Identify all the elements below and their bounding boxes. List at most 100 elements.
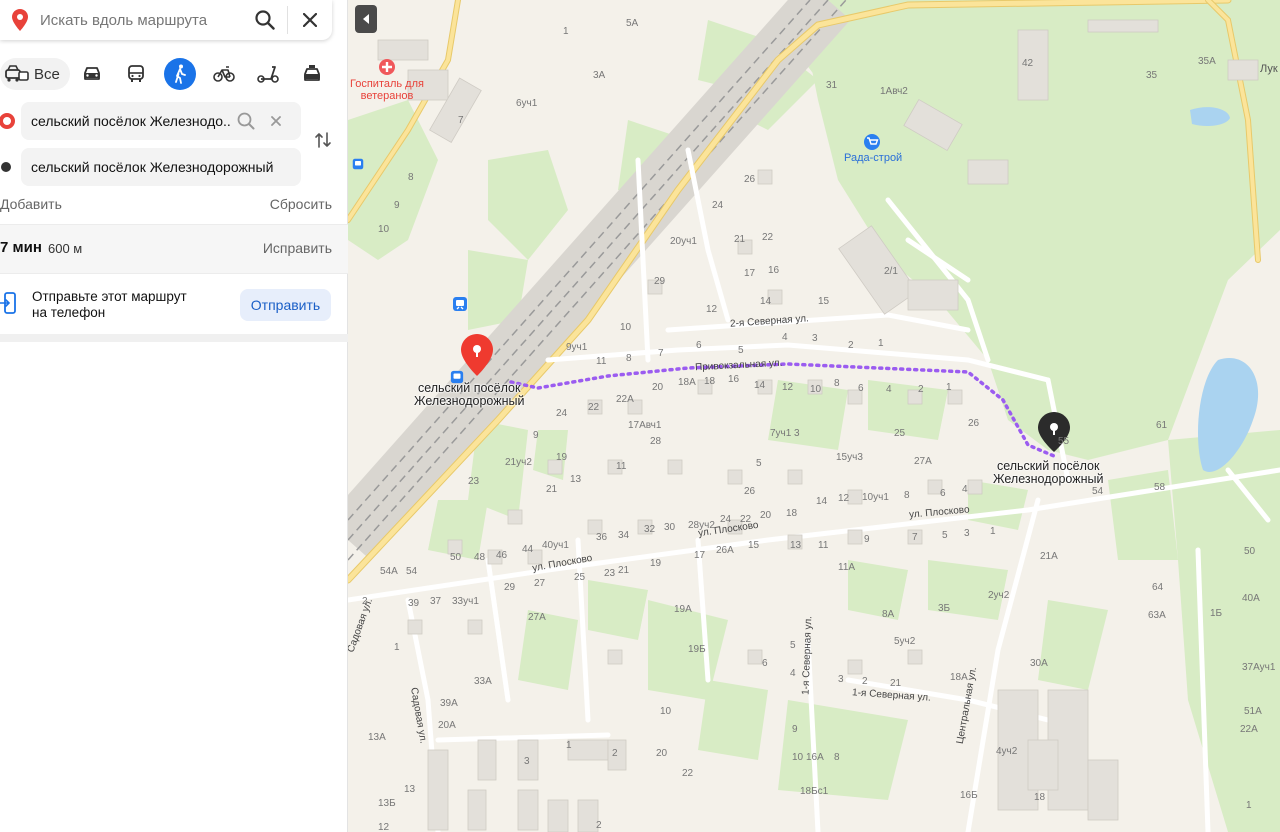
house-number: 21 (890, 678, 902, 689)
house-number: 18Бс1 (800, 786, 829, 797)
house-number: 12 (782, 382, 794, 393)
end-pin-label: сельский посёлок Железнодорожный (993, 460, 1103, 486)
house-number: 20А (438, 720, 456, 731)
start-label-line2: Железнодорожный (414, 394, 525, 408)
house-number: 44 (522, 544, 534, 555)
reset-route-link[interactable]: Сбросить (270, 196, 332, 212)
house-number: 9 (533, 430, 539, 441)
route-actions: Добавить Сбросить (0, 196, 332, 212)
mode-scooter-button[interactable] (246, 58, 290, 90)
hospital-label[interactable]: Госпиталь для ветеранов (350, 78, 424, 102)
house-number: 39А (440, 698, 458, 709)
route-summary[interactable]: 7 мин 600 м Исправить (0, 224, 348, 274)
house-number: 5 (790, 640, 796, 651)
search-button[interactable] (243, 0, 287, 40)
house-number: 1 (946, 382, 952, 393)
map-base (348, 0, 1280, 832)
hospital-label-line2: ветеранов (360, 90, 414, 102)
hospital-icon (379, 59, 395, 75)
house-number: 15уч3 (836, 452, 863, 463)
start-pin-label: сельский посёлок Железнодорожный (414, 382, 524, 408)
route-to-field[interactable] (21, 148, 301, 186)
house-number: 11А (838, 562, 856, 573)
house-number: 3 (812, 333, 818, 344)
chevron-left-icon (363, 14, 369, 24)
mode-taxi-button[interactable] (290, 58, 334, 90)
house-number: 13Б (378, 798, 396, 809)
mode-transit-button[interactable] (114, 58, 158, 90)
house-number: 19 (556, 452, 568, 463)
house-number: 9 (864, 534, 870, 545)
send-button[interactable]: Отправить (240, 289, 331, 321)
house-number: 5 (738, 345, 744, 356)
search-icon (255, 10, 275, 30)
house-number: 21 (618, 565, 630, 576)
house-number: 37Ауч1 (1242, 662, 1276, 673)
house-number: 33уч1 (452, 596, 479, 607)
house-number: 22А (1240, 724, 1258, 735)
house-number: 11 (818, 540, 829, 551)
swap-points-button[interactable] (312, 128, 334, 152)
house-number: 13А (368, 732, 386, 743)
route-from-field[interactable] (21, 102, 301, 140)
house-number: 4 (790, 668, 796, 679)
car-icon (83, 67, 100, 80)
house-number: 24 (720, 514, 732, 525)
close-icon (271, 116, 281, 126)
route-to-input[interactable] (31, 159, 291, 175)
house-number: 4 (782, 332, 788, 343)
house-number: 7 (458, 115, 464, 126)
house-number: 11 (596, 356, 607, 367)
house-number: 2 (918, 384, 924, 395)
map-canvas[interactable]: сельский посёлок Железнодорожный сельски… (348, 0, 1280, 832)
house-number: 7 (912, 532, 918, 543)
house-number: 51А (1244, 706, 1262, 717)
clear-from-button[interactable] (261, 102, 291, 140)
panel-separator (0, 334, 348, 342)
house-number: 26 (968, 418, 980, 429)
house-number: 27А (914, 456, 932, 467)
house-number: 1 (563, 26, 569, 37)
house-number: 26 (744, 174, 756, 185)
house-number: 10 (792, 752, 804, 763)
route-search-input[interactable] (40, 11, 243, 29)
mode-walk-button[interactable] (163, 58, 196, 90)
start-point-marker (0, 113, 15, 129)
mode-car-button[interactable] (70, 58, 114, 90)
house-number: 22 (682, 768, 694, 779)
route-from-input[interactable] (31, 113, 231, 129)
house-number: 10 (660, 706, 672, 717)
house-number: 8 (408, 172, 414, 183)
walking-icon (174, 64, 186, 84)
house-number: 10уч1 (862, 492, 889, 503)
store-label[interactable]: Рада-строй (844, 152, 902, 164)
field-search-button[interactable] (231, 102, 261, 140)
fix-route-link[interactable]: Исправить (263, 240, 332, 256)
mode-all-button[interactable]: Все (0, 58, 70, 90)
house-number: 8 (904, 490, 910, 501)
house-number: 14 (816, 496, 828, 507)
send-to-phone-text: Отправьте этот маршрут на телефон (32, 289, 212, 321)
house-number: 21уч2 (505, 457, 532, 468)
house-number: 8 (834, 752, 840, 763)
mode-bike-button[interactable] (202, 58, 246, 90)
house-number: 61 (1156, 420, 1168, 431)
house-number: 13 (570, 474, 582, 485)
house-number: 7 (658, 348, 664, 359)
house-number: 55 (1058, 436, 1070, 447)
house-number: 1Авч2 (880, 86, 908, 97)
house-number: 9уч1 (566, 342, 588, 353)
house-number: 36 (596, 532, 608, 543)
house-number: 2 (862, 676, 868, 687)
house-number: 29 (504, 582, 516, 593)
collapse-panel-button[interactable] (355, 5, 377, 33)
house-number: 8А (882, 609, 895, 620)
house-number: 18 (1034, 792, 1046, 803)
close-button[interactable] (288, 0, 332, 40)
house-number: 13 (404, 784, 416, 795)
house-number: 6 (762, 658, 768, 669)
start-pin-icon (461, 334, 493, 376)
bicycle-icon (213, 66, 235, 82)
add-point-link[interactable]: Добавить (0, 196, 62, 212)
house-number: 25 (894, 428, 906, 439)
